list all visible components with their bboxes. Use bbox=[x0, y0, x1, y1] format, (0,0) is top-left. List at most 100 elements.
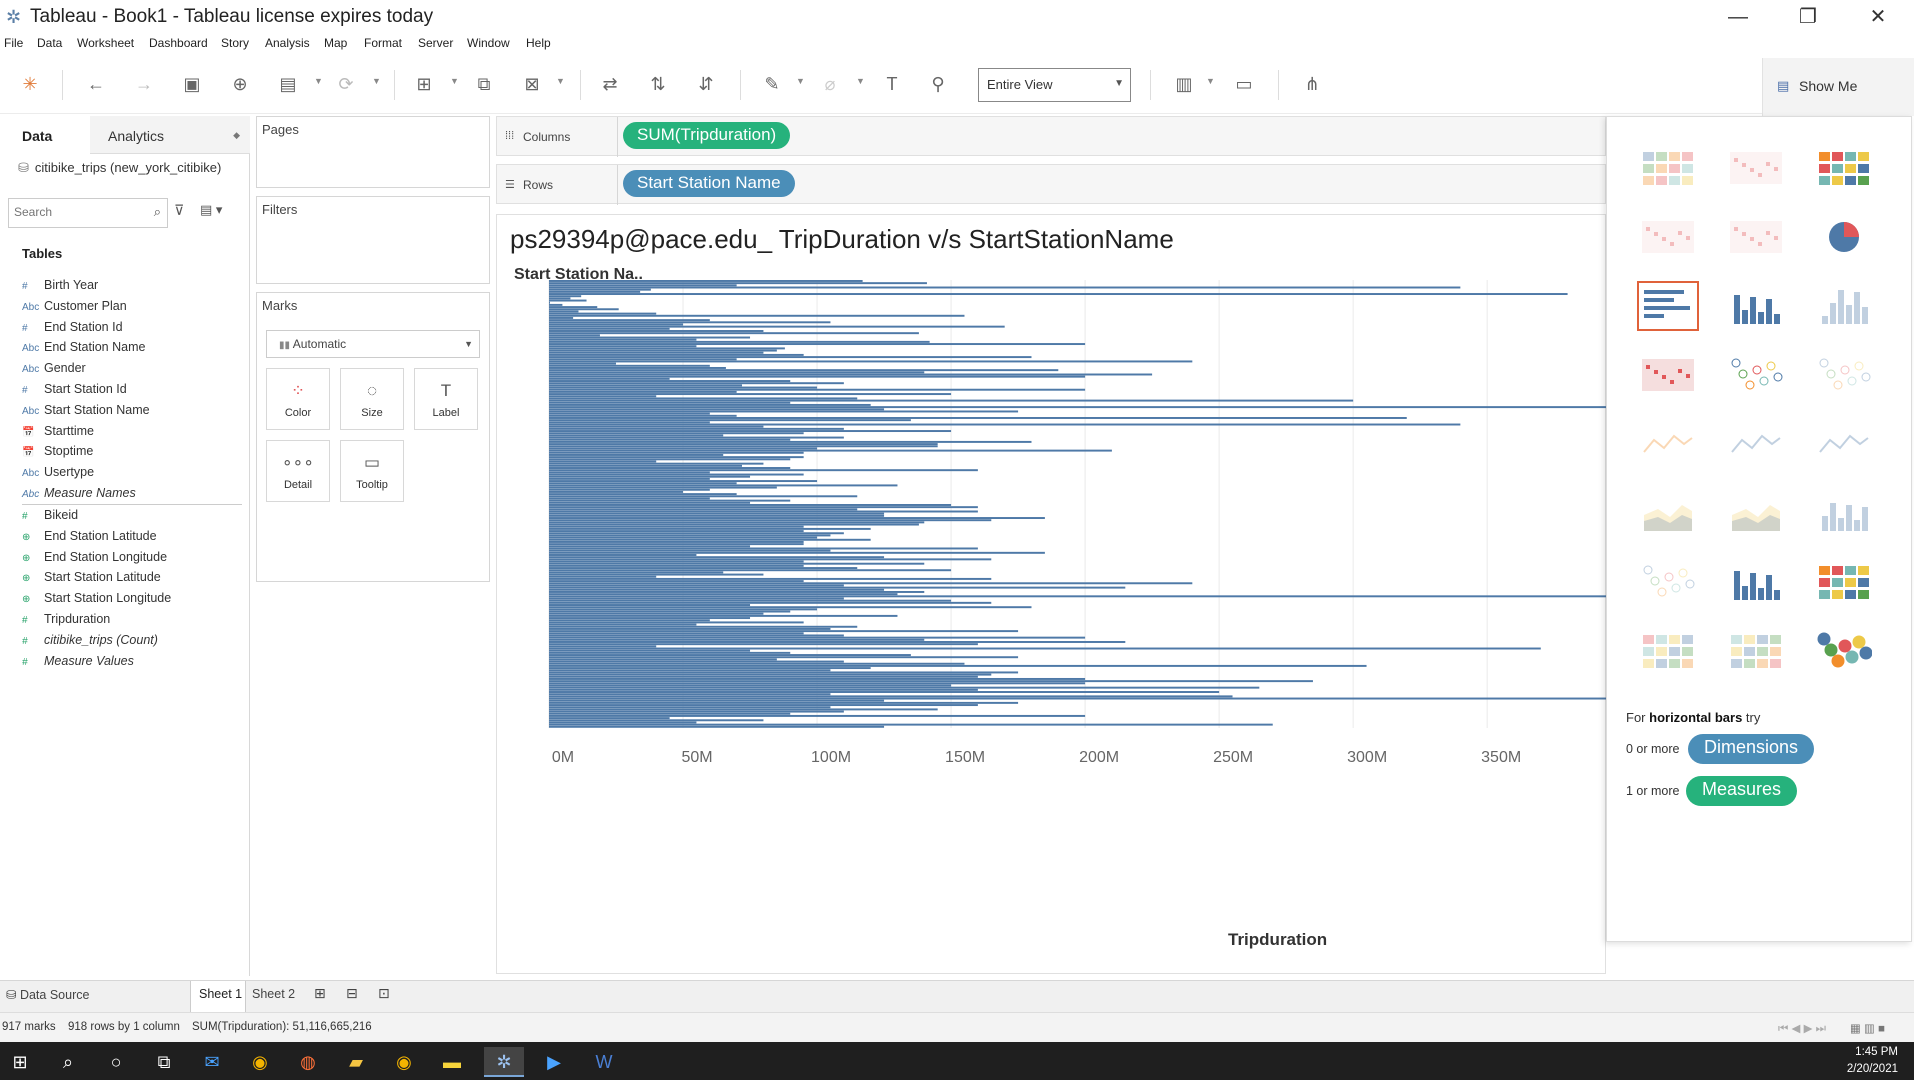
bar[interactable] bbox=[549, 414, 737, 417]
detail-mark-button[interactable]: ∘∘∘ Detail bbox=[266, 440, 330, 502]
bar[interactable] bbox=[549, 412, 710, 415]
bar[interactable] bbox=[549, 706, 831, 709]
field-start-station-longitude[interactable]: ⊕ Start Station Longitude bbox=[22, 591, 171, 611]
bar[interactable] bbox=[549, 362, 617, 365]
field-measure-names[interactable]: Abc Measure Names bbox=[22, 486, 136, 506]
field-tripduration[interactable]: # Tripduration bbox=[22, 612, 110, 632]
bar[interactable] bbox=[549, 325, 1005, 328]
bar[interactable] bbox=[549, 604, 751, 606]
bar[interactable] bbox=[549, 423, 1461, 426]
pie-chart-icon[interactable] bbox=[1816, 215, 1872, 259]
bar[interactable] bbox=[549, 682, 1086, 685]
bar[interactable] bbox=[549, 667, 871, 670]
field-end-station-longitude[interactable]: ⊕ End Station Longitude bbox=[22, 550, 167, 570]
bar[interactable] bbox=[549, 571, 724, 574]
bar[interactable] bbox=[549, 351, 764, 354]
bar[interactable] bbox=[549, 321, 831, 324]
bar[interactable] bbox=[549, 632, 804, 635]
bar[interactable] bbox=[549, 440, 1032, 443]
bullet-graph-icon[interactable] bbox=[1728, 629, 1784, 673]
show-cards-icon[interactable]: ▥ bbox=[1172, 72, 1196, 96]
bar[interactable] bbox=[549, 549, 831, 552]
menu-data[interactable]: Data bbox=[37, 36, 62, 50]
bar[interactable] bbox=[549, 693, 831, 696]
bar[interactable] bbox=[549, 506, 978, 509]
search-input[interactable] bbox=[9, 199, 139, 225]
field-bikeid[interactable]: # Bikeid bbox=[22, 508, 78, 528]
field-starttime[interactable]: 📅 Starttime bbox=[22, 424, 94, 444]
redo-icon[interactable]: → bbox=[132, 72, 156, 96]
bar[interactable] bbox=[549, 504, 952, 506]
side-by-side-circles-icon[interactable] bbox=[1816, 353, 1872, 397]
bar[interactable] bbox=[549, 630, 1019, 633]
bar[interactable] bbox=[549, 614, 898, 617]
bar[interactable] bbox=[549, 425, 764, 428]
color-mark-button[interactable]: ⁘ Color bbox=[266, 368, 330, 430]
box-whisker-icon[interactable] bbox=[1816, 560, 1872, 604]
bar[interactable] bbox=[549, 336, 751, 339]
data-source-tab[interactable]: ⛁ Data Source bbox=[6, 987, 89, 1002]
bar[interactable] bbox=[549, 721, 697, 724]
tooltip-mark-button[interactable]: ▭ Tooltip bbox=[340, 440, 404, 502]
chrome-icon[interactable]: ◉ bbox=[240, 1047, 280, 1077]
bar[interactable] bbox=[549, 380, 791, 382]
chrome-icon[interactable]: ◉ bbox=[384, 1047, 424, 1077]
bar[interactable] bbox=[549, 606, 1032, 609]
bar[interactable] bbox=[549, 691, 1220, 693]
bar[interactable] bbox=[549, 456, 804, 459]
bar[interactable] bbox=[549, 353, 804, 356]
bar[interactable] bbox=[549, 349, 777, 352]
bar[interactable] bbox=[549, 330, 764, 332]
field-measure-values[interactable]: # Measure Values bbox=[22, 654, 134, 674]
bar[interactable] bbox=[549, 453, 724, 456]
bar[interactable] bbox=[549, 708, 938, 711]
bar[interactable] bbox=[549, 664, 1367, 667]
bar[interactable] bbox=[549, 486, 777, 489]
bar[interactable] bbox=[549, 371, 925, 374]
dual-combination-icon[interactable] bbox=[1816, 491, 1872, 535]
bar[interactable] bbox=[549, 575, 657, 578]
bar[interactable] bbox=[549, 684, 952, 687]
bar[interactable] bbox=[549, 397, 858, 400]
gantt-chart-icon[interactable] bbox=[1640, 629, 1696, 673]
bar[interactable] bbox=[549, 617, 751, 620]
bar[interactable] bbox=[549, 695, 1233, 698]
bar[interactable] bbox=[549, 545, 751, 548]
bar[interactable] bbox=[549, 514, 885, 517]
rows-pill[interactable]: Start Station Name bbox=[623, 170, 795, 197]
presentation-mode-icon[interactable]: ▭ bbox=[1232, 72, 1256, 96]
bar[interactable] bbox=[549, 599, 952, 602]
fix-axes-icon[interactable]: ⚲ bbox=[926, 72, 950, 96]
bar[interactable] bbox=[549, 312, 657, 315]
bar[interactable] bbox=[549, 288, 651, 291]
new-worksheet-icon[interactable]: ⊞ bbox=[412, 72, 436, 96]
bar[interactable] bbox=[549, 569, 952, 572]
bar[interactable] bbox=[549, 625, 858, 628]
bar[interactable] bbox=[549, 403, 871, 406]
highlight-table-icon[interactable] bbox=[1816, 146, 1872, 190]
bar[interactable] bbox=[549, 580, 804, 583]
menu-help[interactable]: Help bbox=[526, 36, 551, 50]
bar[interactable] bbox=[549, 662, 965, 665]
bar[interactable] bbox=[549, 467, 791, 469]
bar[interactable] bbox=[549, 647, 1541, 650]
bar[interactable] bbox=[549, 712, 791, 715]
columns-pill[interactable]: SUM(Tripduration) bbox=[623, 122, 791, 149]
bar[interactable] bbox=[549, 717, 670, 720]
bar[interactable] bbox=[549, 477, 710, 480]
chart-title[interactable]: ps29394p@pace.edu_ TripDuration v/s Star… bbox=[510, 224, 1174, 255]
view-options-icon[interactable]: ▤ ▾ bbox=[200, 202, 222, 218]
bar[interactable] bbox=[549, 525, 804, 528]
media-player-icon[interactable]: ▶ bbox=[534, 1047, 574, 1077]
bar[interactable] bbox=[549, 343, 1086, 346]
bar[interactable] bbox=[549, 469, 978, 472]
view-toggle-icons[interactable]: ▦ ▥ ■ bbox=[1850, 1021, 1885, 1035]
save-icon[interactable]: ▣ bbox=[180, 72, 204, 96]
menu-window[interactable]: Window bbox=[467, 36, 510, 50]
bar[interactable] bbox=[549, 595, 1606, 598]
field-customer-plan[interactable]: Abc Customer Plan bbox=[22, 299, 127, 319]
label-mark-button[interactable]: T Label bbox=[414, 368, 478, 430]
datasource-item[interactable]: ⛁ citibike_trips (new_york_citibike) bbox=[18, 160, 221, 176]
bar[interactable] bbox=[549, 388, 1086, 391]
minimize-button[interactable]: — bbox=[1718, 4, 1758, 30]
